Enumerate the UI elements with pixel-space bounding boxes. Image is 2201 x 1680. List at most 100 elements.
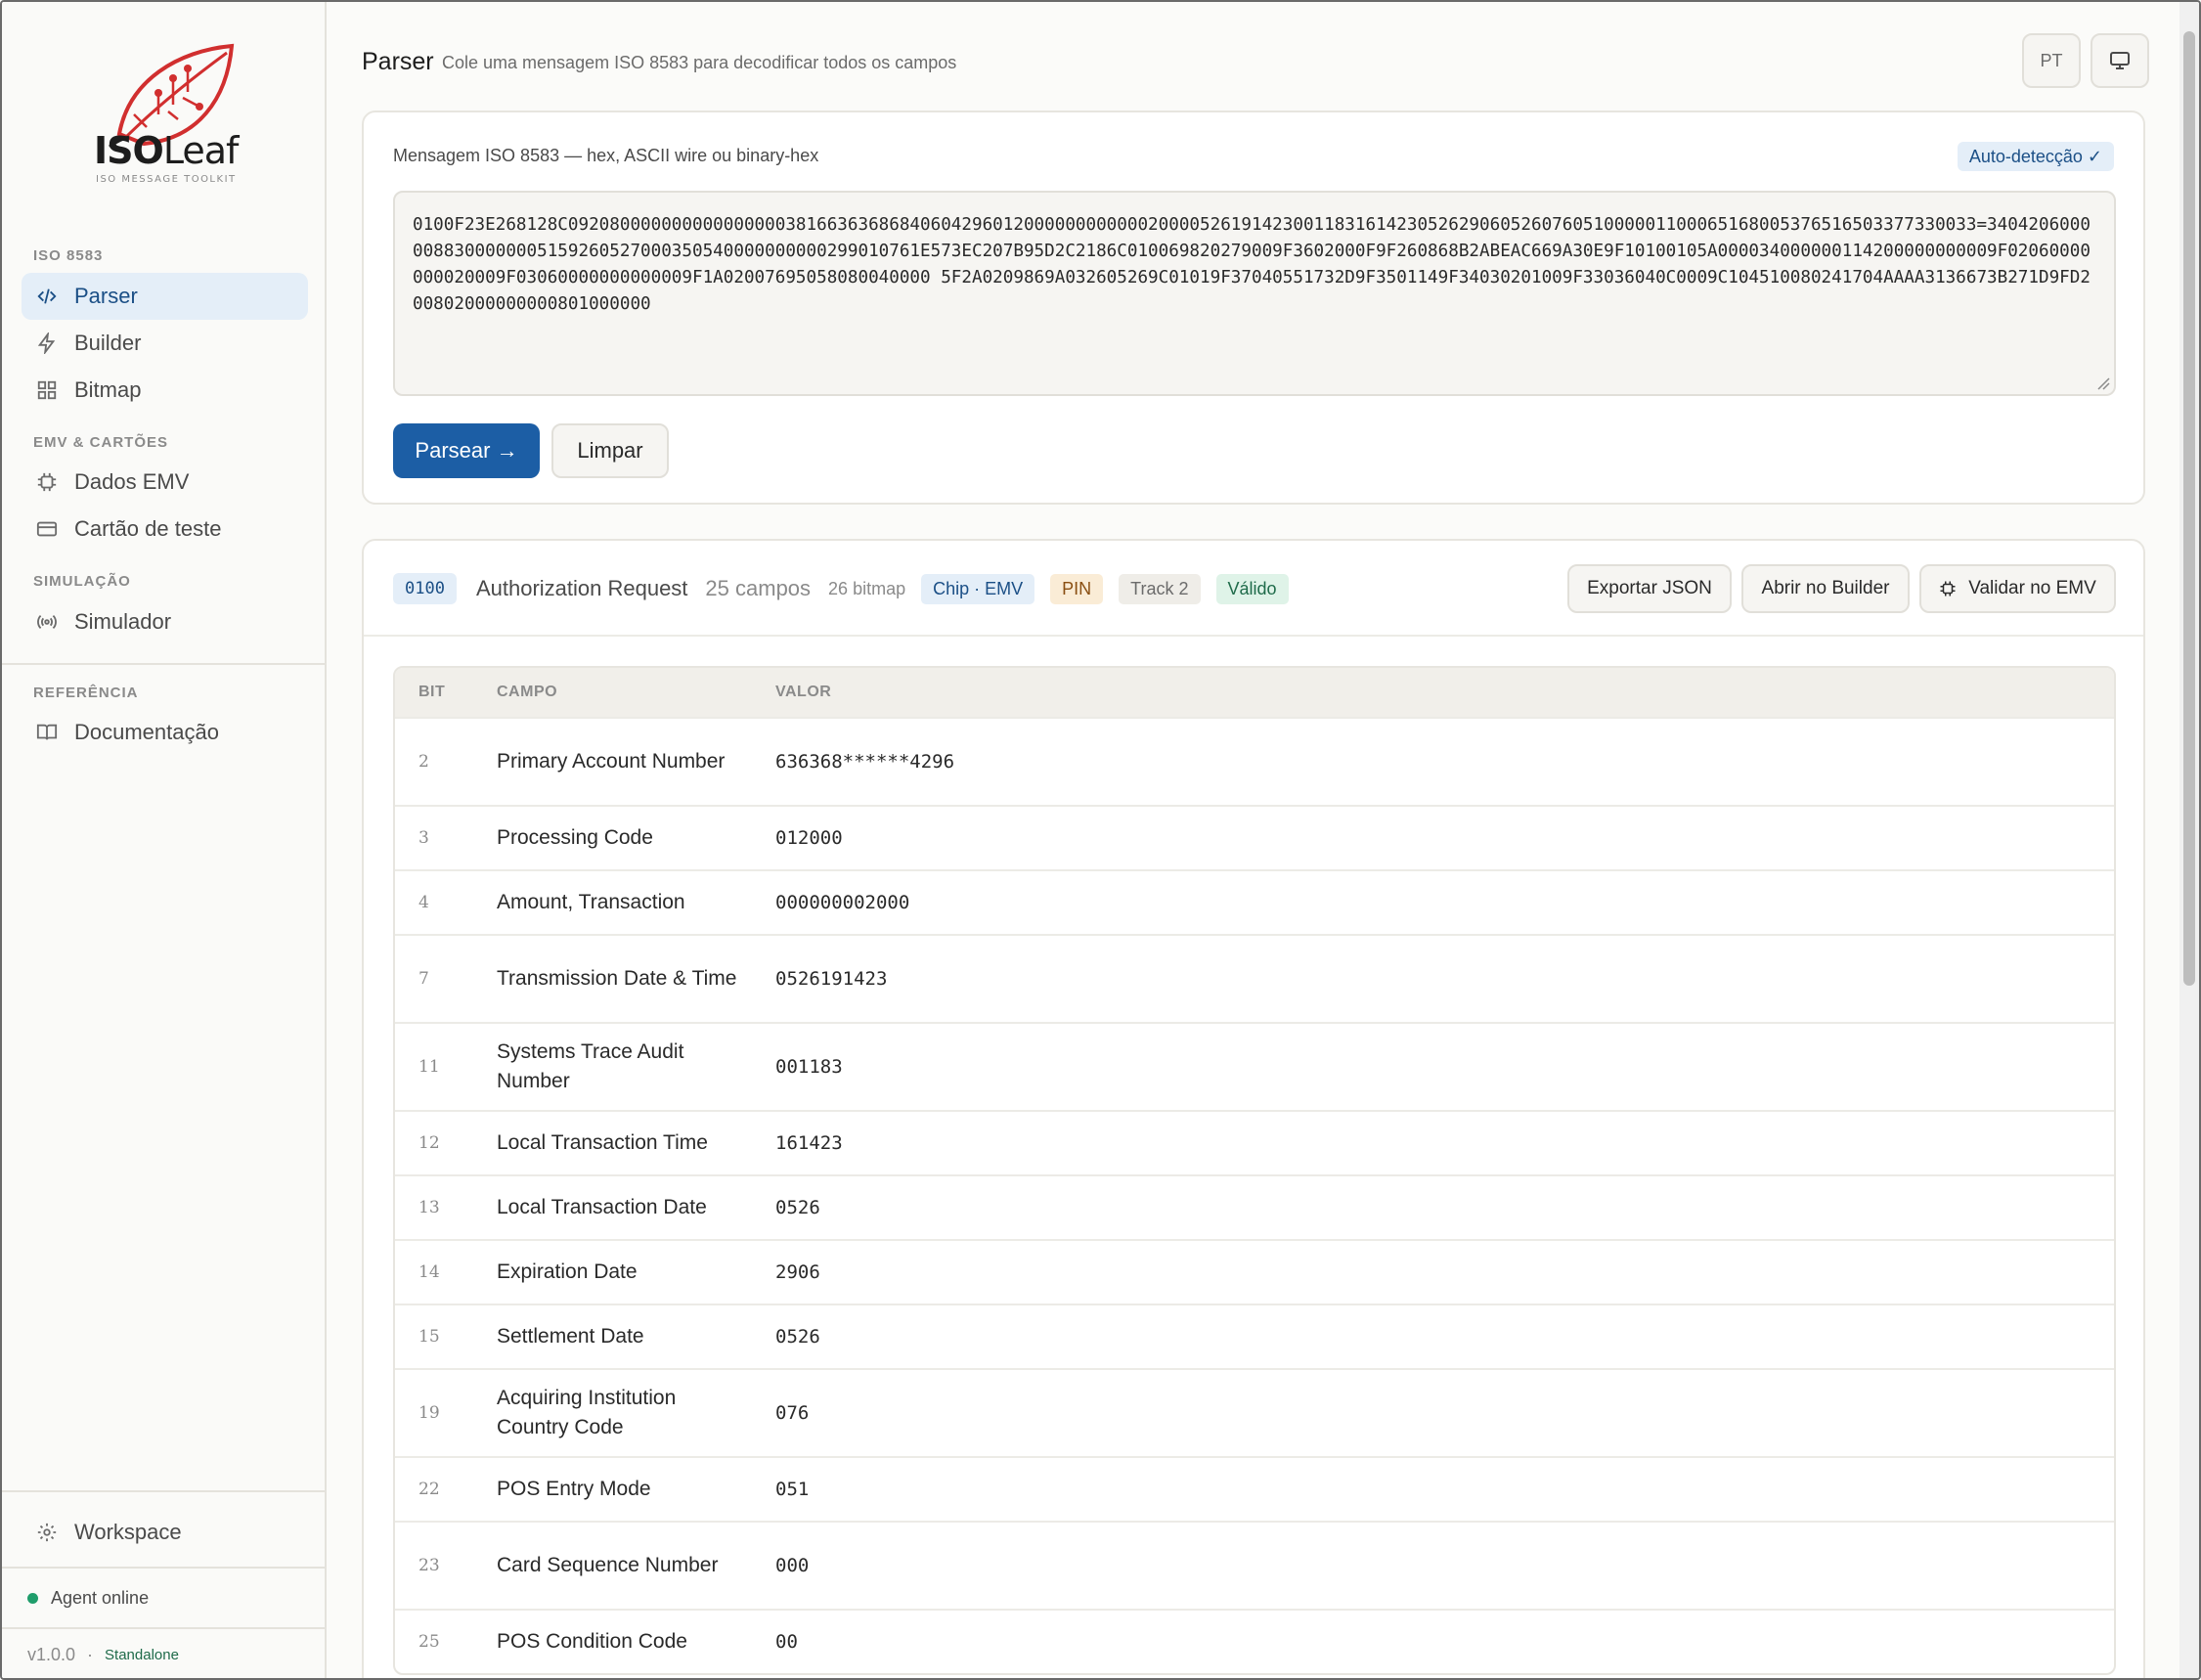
bitmap-count: 26 bitmap bbox=[828, 578, 906, 598]
table-row[interactable]: 22 POS Entry Mode 051 bbox=[395, 1456, 2114, 1521]
table-row[interactable]: 3 Processing Code 012000 bbox=[395, 805, 2114, 869]
sidebar-item-dados-emv[interactable]: Dados EMV bbox=[22, 459, 308, 506]
fields-table: BIT CAMPO VALOR 2 Primary Account Number… bbox=[393, 666, 2116, 1675]
row-value: 161423 bbox=[775, 1132, 843, 1154]
chip-icon bbox=[1940, 581, 1956, 597]
sidebar-item-documentacao[interactable]: Documentação bbox=[22, 709, 308, 756]
tag-chip-emv: Chip · EMV bbox=[921, 573, 1035, 604]
open-builder-button[interactable]: Abrir no Builder bbox=[1741, 564, 1910, 613]
sidebar-divider bbox=[2, 1490, 325, 1492]
row-field-name: Acquiring Institution Country Code bbox=[497, 1387, 677, 1438]
page-subtitle: Cole uma mensagem ISO 8583 para decodifi… bbox=[442, 53, 957, 72]
message-input[interactable]: 0100F23E268128C0920800000000000000003816… bbox=[393, 191, 2116, 396]
monitor-icon bbox=[2110, 52, 2130, 69]
row-bit: 25 bbox=[418, 1632, 440, 1652]
table-row[interactable]: 23 Card Sequence Number 000 bbox=[395, 1521, 2114, 1609]
table-row[interactable]: 14 Expiration Date 2906 bbox=[395, 1239, 2114, 1304]
card-icon bbox=[35, 517, 59, 541]
row-bit: 7 bbox=[418, 969, 429, 989]
sidebar-divider bbox=[2, 1567, 325, 1569]
section-iso8583: ISO 8583 bbox=[33, 247, 104, 264]
sidebar-item-workspace[interactable]: Workspace bbox=[22, 1509, 308, 1556]
row-value: 001183 bbox=[775, 1056, 843, 1078]
row-bit: 19 bbox=[418, 1403, 440, 1423]
bolt-icon bbox=[35, 332, 59, 355]
message-text: 0100F23E268128C0920800000000000000003816… bbox=[413, 215, 2091, 314]
table-row[interactable]: 15 Settlement Date 0526 bbox=[395, 1304, 2114, 1368]
page-scrollbar[interactable] bbox=[2179, 2, 2199, 1678]
resize-handle-icon[interactable] bbox=[2096, 376, 2110, 390]
version-separator: · bbox=[87, 1645, 94, 1664]
scrollbar-thumb[interactable] bbox=[2183, 31, 2195, 986]
chip-icon bbox=[35, 470, 59, 494]
mti-name: Authorization Request bbox=[475, 576, 688, 600]
table-row[interactable]: 12 Local Transaction Time 161423 bbox=[395, 1110, 2114, 1174]
field-count: 25 campos bbox=[705, 576, 812, 600]
sidebar-item-cartao-teste[interactable]: Cartão de teste bbox=[22, 506, 308, 553]
row-field-name: Systems Trace Audit Number bbox=[497, 1040, 684, 1092]
parse-button[interactable]: Parsear → bbox=[393, 423, 540, 478]
version-info: v1.0.0 · Standalone bbox=[27, 1645, 179, 1665]
result-header: 0100 Authorization Request 25 campos 26 … bbox=[393, 570, 1289, 607]
sidebar-divider bbox=[2, 663, 325, 665]
validate-emv-button[interactable]: Validar no EMV bbox=[1919, 564, 2116, 613]
sidebar-item-bitmap[interactable]: Bitmap bbox=[22, 367, 308, 414]
sidebar-item-label: Dados EMV bbox=[74, 469, 190, 494]
language-button[interactable]: PT bbox=[2022, 33, 2081, 88]
table-row[interactable]: 7 Transmission Date & Time 0526191423 bbox=[395, 934, 2114, 1022]
result-divider bbox=[364, 635, 2143, 637]
sidebar-item-label: Documentação bbox=[74, 720, 219, 744]
row-field-name: Transmission Date & Time bbox=[497, 967, 737, 990]
row-bit: 23 bbox=[418, 1556, 440, 1575]
row-bit: 3 bbox=[418, 828, 429, 848]
table-header: BIT CAMPO VALOR bbox=[395, 668, 2114, 717]
row-value: 0526 bbox=[775, 1197, 820, 1218]
clear-button[interactable]: Limpar bbox=[551, 423, 669, 478]
table-row[interactable]: 2 Primary Account Number 636368******429… bbox=[395, 717, 2114, 805]
export-json-button[interactable]: Exportar JSON bbox=[1567, 564, 1732, 613]
auto-detect-badge: Auto-detecção ✓ bbox=[1957, 142, 2114, 171]
row-bit: 2 bbox=[418, 752, 429, 772]
table-row[interactable]: 25 POS Condition Code 00 bbox=[395, 1609, 2114, 1673]
result-card: 0100 Authorization Request 25 campos 26 … bbox=[362, 539, 2145, 1678]
sidebar-item-label: Builder bbox=[74, 331, 142, 355]
row-field-name: Primary Account Number bbox=[497, 750, 726, 773]
row-value: 000 bbox=[775, 1555, 810, 1576]
status-dot-icon bbox=[27, 1593, 38, 1604]
book-icon bbox=[35, 721, 59, 744]
row-field-name: Settlement Date bbox=[497, 1325, 644, 1348]
message-label: Mensagem ISO 8583 — hex, ASCII wire ou b… bbox=[393, 146, 819, 165]
sidebar-item-parser[interactable]: Parser bbox=[22, 273, 308, 320]
theme-button[interactable] bbox=[2091, 33, 2149, 88]
row-value: 2906 bbox=[775, 1261, 820, 1283]
app-window: ISOLeaf ISO MESSAGE TOOLKIT ISO 8583 Par… bbox=[0, 0, 2201, 1680]
sidebar-divider bbox=[2, 1627, 325, 1629]
row-field-name: Processing Code bbox=[497, 826, 653, 849]
table-row[interactable]: 13 Local Transaction Date 0526 bbox=[395, 1174, 2114, 1239]
tag-pin: PIN bbox=[1050, 573, 1104, 604]
grid-icon bbox=[35, 378, 59, 402]
sidebar-item-builder[interactable]: Builder bbox=[22, 320, 308, 367]
row-value: 012000 bbox=[775, 827, 843, 849]
row-value: 000000002000 bbox=[775, 892, 910, 913]
version-label: v1.0.0 bbox=[27, 1645, 76, 1664]
agent-status: Agent online bbox=[27, 1588, 149, 1609]
table-row[interactable]: 19 Acquiring Institution Country Code 07… bbox=[395, 1368, 2114, 1456]
sidebar-item-simulador[interactable]: Simulador bbox=[22, 598, 308, 645]
table-row[interactable]: 4 Amount, Transaction 000000002000 bbox=[395, 869, 2114, 934]
broadcast-icon bbox=[35, 610, 59, 634]
mode-label: Standalone bbox=[105, 1647, 179, 1663]
row-field-name: Expiration Date bbox=[497, 1260, 638, 1283]
row-value: 0526191423 bbox=[775, 968, 888, 990]
row-bit: 22 bbox=[418, 1480, 440, 1499]
row-bit: 11 bbox=[418, 1057, 440, 1077]
section-referencia: REFERÊNCIA bbox=[33, 685, 139, 701]
column-bit: BIT bbox=[418, 684, 446, 700]
brand-wordmark: ISOLeaf bbox=[94, 129, 239, 172]
row-bit: 13 bbox=[418, 1198, 440, 1217]
table-row[interactable]: 11 Systems Trace Audit Number 001183 bbox=[395, 1022, 2114, 1110]
row-value: 051 bbox=[775, 1479, 810, 1500]
row-field-name: POS Condition Code bbox=[497, 1630, 687, 1653]
row-value: 636368******4296 bbox=[775, 751, 955, 773]
row-field-name: Amount, Transaction bbox=[497, 891, 685, 913]
